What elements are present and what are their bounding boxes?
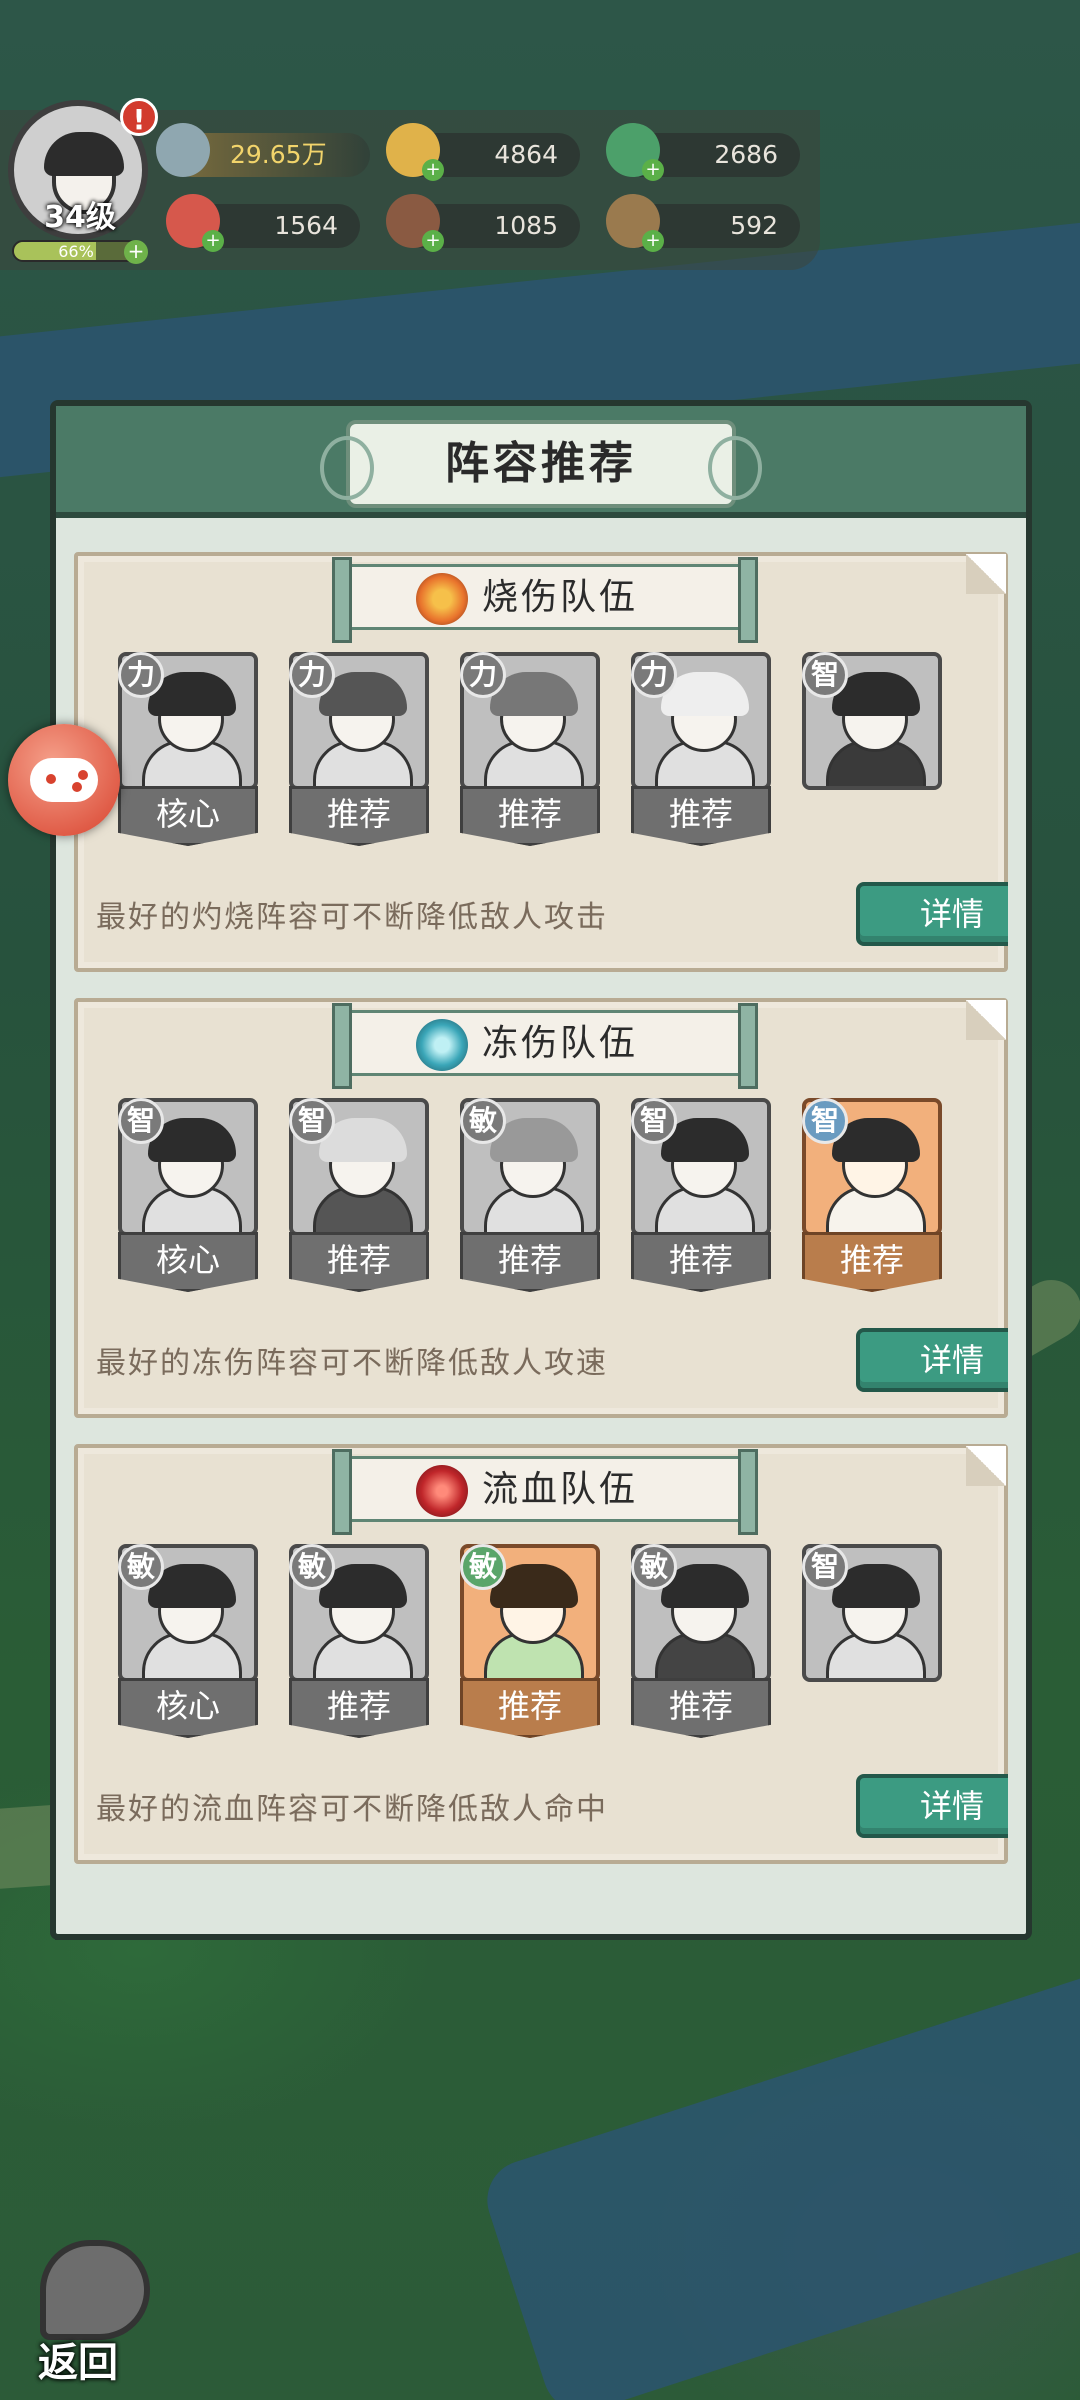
power-display: 29.65万	[156, 123, 370, 177]
gold-value: 4864	[494, 140, 558, 169]
hero-role-tag: 推荐	[460, 786, 600, 846]
team-description: 最好的灼烧阵容可不断降低敌人攻击	[96, 900, 608, 935]
gold-plus-icon[interactable]: +	[422, 159, 444, 181]
gold-display[interactable]: + 4864	[386, 123, 580, 181]
wood-value: 1085	[494, 211, 558, 240]
attribute-badge: 敏	[460, 1098, 506, 1144]
title-plate: 阵容推荐	[320, 420, 762, 508]
gamepad-icon	[30, 758, 98, 802]
hero-slot[interactable]: 智 推荐	[289, 1098, 429, 1308]
hero-slot[interactable]: 智	[802, 652, 942, 862]
back-label: 返回	[38, 2340, 118, 2386]
attribute-badge: 敏	[289, 1544, 335, 1590]
attribute-badge: 智	[802, 1098, 848, 1144]
attribute-badge: 力	[289, 652, 335, 698]
back-arrow-icon	[40, 2240, 150, 2340]
gamepad-float-button[interactable]	[8, 724, 120, 836]
hero-slot[interactable]: 敏 推荐	[460, 1544, 600, 1754]
panel-body[interactable]: 烧伤队伍 力 核心 力 推荐 力 推荐 力 推荐 智 最好的灼烧阵容可不断降低敌…	[74, 528, 1008, 1906]
hero-role-tag: 核心	[118, 1678, 258, 1738]
ore-display[interactable]: + 592	[606, 194, 800, 252]
fire-icon	[416, 573, 468, 625]
snowflake-icon	[416, 1019, 468, 1071]
hero-role-tag: 推荐	[289, 786, 429, 846]
meat-value: 1564	[274, 211, 338, 240]
detail-button[interactable]: 详情	[856, 882, 1008, 946]
power-value: 29.65万	[230, 140, 327, 169]
attribute-badge: 智	[802, 652, 848, 698]
attribute-badge: 智	[802, 1544, 848, 1590]
hero-role-tag: 推荐	[289, 1678, 429, 1738]
team-description: 最好的流血阵容可不断降低敌人命中	[96, 1792, 608, 1827]
team-card-frost: 冻伤队伍 智 核心 智 推荐 敏 推荐 智 推荐 智 推荐 最好的冻伤阵容可不断…	[74, 998, 1008, 1418]
hero-slot[interactable]: 敏 核心	[118, 1544, 258, 1754]
hero-slot[interactable]: 力 推荐	[289, 652, 429, 862]
swords-icon	[156, 123, 210, 177]
team-title-plate: 流血队伍	[332, 1449, 758, 1535]
hero-role-tag: 推荐	[460, 1232, 600, 1292]
wood-plus-icon[interactable]: +	[422, 230, 444, 252]
hero-role-tag: 推荐	[631, 786, 771, 846]
attribute-badge: 敏	[118, 1544, 164, 1590]
jade-display[interactable]: + 2686	[606, 123, 800, 181]
attribute-badge: 力	[460, 652, 506, 698]
attribute-badge: 智	[631, 1098, 677, 1144]
hero-slot[interactable]: 智 推荐	[802, 1098, 942, 1308]
hero-slot[interactable]: 敏 推荐	[631, 1544, 771, 1754]
team-name: 流血队伍	[482, 1469, 639, 1510]
hero-role-tag: 推荐	[460, 1678, 600, 1738]
back-button[interactable]: 返回	[30, 2230, 170, 2386]
team-title-plate: 烧伤队伍	[332, 557, 758, 643]
meat-display[interactable]: + 1564	[166, 194, 360, 252]
jade-plus-icon[interactable]: +	[642, 159, 664, 181]
attribute-badge: 智	[289, 1098, 335, 1144]
hero-slot[interactable]: 智 推荐	[631, 1098, 771, 1308]
team-name: 烧伤队伍	[482, 577, 639, 618]
wood-display[interactable]: + 1085	[386, 194, 580, 252]
hero-slot[interactable]: 敏 推荐	[289, 1544, 429, 1754]
hero-role-tag: 推荐	[631, 1678, 771, 1738]
ore-plus-icon[interactable]: +	[642, 230, 664, 252]
ore-value: 592	[730, 211, 778, 240]
attribute-badge: 力	[631, 652, 677, 698]
hero-role-tag: 推荐	[289, 1232, 429, 1292]
team-description: 最好的冻伤阵容可不断降低敌人攻速	[96, 1346, 608, 1381]
panel-header: 阵容推荐	[56, 406, 1026, 518]
exp-plus-icon[interactable]: +	[124, 240, 148, 264]
player-level: 34级	[44, 200, 116, 235]
exp-bar: 66%	[12, 240, 140, 262]
blood-drop-icon	[416, 1465, 468, 1517]
team-title-plate: 冻伤队伍	[332, 1003, 758, 1089]
attribute-badge: 力	[118, 652, 164, 698]
alert-icon: !	[120, 98, 158, 136]
hero-slot[interactable]: 力 推荐	[460, 652, 600, 862]
meat-plus-icon[interactable]: +	[202, 230, 224, 252]
hero-slot[interactable]: 敏 推荐	[460, 1098, 600, 1308]
hero-slot[interactable]: 力 推荐	[631, 652, 771, 862]
hero-role-tag: 核心	[118, 1232, 258, 1292]
hero-role-tag: 推荐	[802, 1232, 942, 1292]
team-card-bleed: 流血队伍 敏 核心 敏 推荐 敏 推荐 敏 推荐 智 最好的流血阵容可不断降低敌…	[74, 1444, 1008, 1864]
attribute-badge: 敏	[631, 1544, 677, 1590]
exp-text: 66%	[58, 242, 94, 261]
hero-role-tag: 核心	[118, 786, 258, 846]
hero-slot[interactable]: 智 核心	[118, 1098, 258, 1308]
lineup-panel: 阵容推荐 烧伤队伍 力 核心 力 推荐 力 推荐 力 推荐 智 最好的灼烧阵容可…	[50, 400, 1032, 1940]
team-card-burn: 烧伤队伍 力 核心 力 推荐 力 推荐 力 推荐 智 最好的灼烧阵容可不断降低敌…	[74, 552, 1008, 972]
attribute-badge: 敏	[460, 1544, 506, 1590]
attribute-badge: 智	[118, 1098, 164, 1144]
hero-role-tag: 推荐	[631, 1232, 771, 1292]
hero-slot[interactable]: 智	[802, 1544, 942, 1754]
team-name: 冻伤队伍	[482, 1023, 639, 1064]
hero-slot[interactable]: 力 核心	[118, 652, 258, 862]
detail-button[interactable]: 详情	[856, 1328, 1008, 1392]
jade-value: 2686	[714, 140, 778, 169]
panel-title: 阵容推荐	[445, 438, 637, 489]
detail-button[interactable]: 详情	[856, 1774, 1008, 1838]
